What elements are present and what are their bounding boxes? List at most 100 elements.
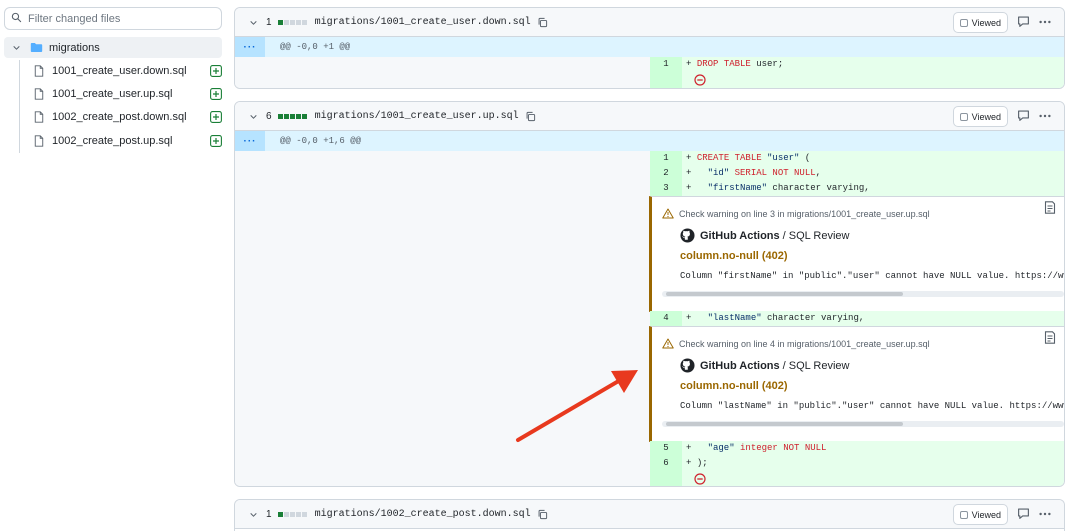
sidebar-file-item[interactable]: 1001_create_user.up.sql <box>34 83 222 105</box>
file-icon <box>34 135 46 147</box>
sidebar-file-name: 1001_create_user.up.sql <box>52 88 173 100</box>
file-path[interactable]: migrations/1001_create_user.up.sql <box>315 111 519 122</box>
empty-old-pane <box>235 151 650 486</box>
folder-label: migrations <box>49 41 100 54</box>
check-annotation: Check warning on line 4 in migrations/10… <box>649 326 1064 442</box>
chevron-down-icon[interactable] <box>12 43 26 52</box>
file-icon <box>34 88 46 100</box>
annotation-source-name: GitHub Actions <box>700 229 780 242</box>
folder-icon <box>30 42 43 53</box>
hunk-range: @@ -0,0 +1,6 @@ <box>280 136 362 146</box>
diff-file-header: 1 migrations/1001_create_user.down.sql V… <box>235 8 1064 37</box>
line-number[interactable]: 4 <box>650 311 682 326</box>
sidebar-file-item[interactable]: 1002_create_post.down.sql <box>34 106 222 128</box>
line-number[interactable]: 3 <box>650 181 682 196</box>
comment-icon[interactable] <box>1017 507 1030 520</box>
file-path[interactable]: migrations/1001_create_user.down.sql <box>315 17 531 28</box>
line-number[interactable]: 2 <box>650 166 682 181</box>
warning-icon <box>662 338 674 349</box>
annotation-rule: column.no-null (402) <box>680 380 788 392</box>
sidebar-file-name: 1002_create_post.up.sql <box>52 135 173 147</box>
annotation-source: GitHub Actions / SQL Review <box>680 228 850 243</box>
annotation-source: GitHub Actions / SQL Review <box>680 358 850 373</box>
diffstat-bar <box>277 113 308 119</box>
file-path[interactable]: migrations/1002_create_post.down.sql <box>315 509 531 520</box>
annotation-source-suffix: / SQL Review <box>782 359 850 372</box>
copy-icon[interactable] <box>537 17 548 28</box>
annotation-source-suffix: / SQL Review <box>782 229 850 242</box>
kebab-menu-icon[interactable] <box>1038 507 1052 521</box>
line-number[interactable]: 1 <box>650 151 682 166</box>
no-newline-icon <box>694 74 706 86</box>
search-icon <box>11 12 22 26</box>
file-added-icon <box>210 65 222 77</box>
comment-icon[interactable] <box>1017 109 1030 122</box>
line-number[interactable]: 5 <box>650 441 682 456</box>
annotation-rule: column.no-null (402) <box>680 250 788 262</box>
warning-icon <box>662 208 674 219</box>
annotation-warning-line: Check warning on line 3 in migrations/10… <box>662 208 930 219</box>
expand-hunk-button[interactable]: ··· <box>235 131 265 151</box>
code-line: + ); <box>682 456 1064 471</box>
line-number[interactable]: 6 <box>650 456 682 471</box>
code-line: + "lastName" character varying, <box>682 311 1064 326</box>
annotation-title: Check warning on line 3 in migrations/10… <box>679 208 930 219</box>
chevron-down-icon[interactable] <box>249 112 258 121</box>
hunk-header: ··· @@ -0,0 +1,6 @@ <box>235 131 1064 151</box>
changed-lines-count: 1 <box>266 508 272 520</box>
hunk-header: ··· @@ -0,0 +1 @@ <box>235 37 1064 57</box>
hunk-range: @@ -0,0 +1 @@ <box>280 42 351 52</box>
no-newline-icon <box>694 473 706 485</box>
copy-icon[interactable] <box>525 111 536 122</box>
copy-icon[interactable] <box>537 509 548 520</box>
code-line: + "firstName" character varying, <box>682 181 1064 196</box>
changed-lines-count: 1 <box>266 16 272 28</box>
viewed-label: Viewed <box>971 17 1001 28</box>
file-icon <box>34 65 46 77</box>
expand-hunk-button[interactable]: ··· <box>235 37 265 57</box>
kebab-menu-icon[interactable] <box>1038 15 1052 29</box>
github-icon <box>680 228 695 243</box>
diff-file-header: 1 migrations/1002_create_post.down.sql V… <box>235 500 1064 529</box>
diff-file-header: 6 migrations/1001_create_user.up.sql Vie… <box>235 102 1064 131</box>
annotation-message: Column "lastName" in "public"."user" can… <box>680 401 1065 411</box>
changed-lines-count: 6 <box>266 110 272 122</box>
viewed-label: Viewed <box>971 509 1001 520</box>
tree-folder-migrations[interactable]: migrations <box>4 37 222 58</box>
viewed-checkbox[interactable]: Viewed <box>952 504 1008 525</box>
empty-old-pane <box>235 57 650 88</box>
scrollbar-thumb[interactable] <box>666 292 903 296</box>
sidebar-file-item[interactable]: 1001_create_user.down.sql <box>34 60 222 82</box>
file-added-icon <box>210 111 222 123</box>
chevron-down-icon[interactable] <box>249 510 258 519</box>
annotation-title: Check warning on line 4 in migrations/10… <box>679 338 930 349</box>
viewed-checkbox[interactable]: Viewed <box>952 12 1008 33</box>
diff-file-card: 1 migrations/1002_create_post.down.sql V… <box>234 499 1065 531</box>
sidebar-file-item[interactable]: 1002_create_post.up.sql <box>34 130 222 152</box>
code-line: + "age" integer NOT NULL <box>682 441 1064 456</box>
file-icon <box>34 111 46 123</box>
code-row <box>650 72 1064 88</box>
sidebar-file-name: 1001_create_user.down.sql <box>52 65 187 77</box>
note-icon[interactable] <box>1044 331 1056 344</box>
check-annotation: Check warning on line 3 in migrations/10… <box>649 196 1064 312</box>
note-icon[interactable] <box>1044 201 1056 214</box>
filter-files-input[interactable] <box>28 12 208 25</box>
sidebar-file-name: 1002_create_post.down.sql <box>52 111 187 123</box>
filter-files-box[interactable] <box>4 7 222 30</box>
viewed-label: Viewed <box>971 111 1001 122</box>
annotation-warning-line: Check warning on line 4 in migrations/10… <box>662 338 930 349</box>
diff-file-card: 6 migrations/1001_create_user.up.sql Vie… <box>234 101 1065 487</box>
file-added-icon <box>210 135 222 147</box>
code-row <box>650 471 1064 486</box>
code-line: + DROP TABLE user; <box>682 57 1064 72</box>
line-number[interactable]: 1 <box>650 57 682 72</box>
viewed-checkbox[interactable]: Viewed <box>952 106 1008 127</box>
code-line: + "id" SERIAL NOT NULL, <box>682 166 1064 181</box>
comment-icon[interactable] <box>1017 15 1030 28</box>
scrollbar-thumb[interactable] <box>666 422 903 426</box>
chevron-down-icon[interactable] <box>249 18 258 27</box>
kebab-menu-icon[interactable] <box>1038 109 1052 123</box>
diff-file-card: 1 migrations/1001_create_user.down.sql V… <box>234 7 1065 89</box>
diffstat-bar <box>277 19 308 25</box>
